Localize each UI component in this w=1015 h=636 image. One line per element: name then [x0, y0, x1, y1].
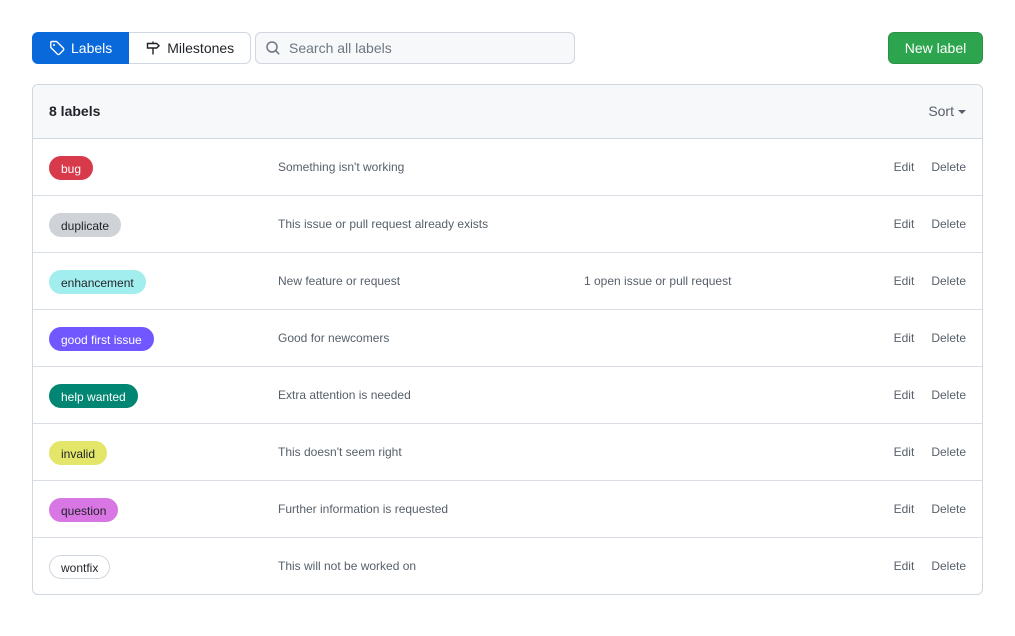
tag-icon	[49, 40, 65, 56]
delete-button[interactable]: Delete	[931, 445, 966, 459]
label-pill[interactable]: duplicate	[49, 213, 122, 237]
label-actions: Edit Delete	[894, 445, 966, 459]
label-description: Further information is requested	[278, 502, 449, 516]
edit-button[interactable]: Edit	[894, 502, 915, 516]
delete-button[interactable]: Delete	[931, 160, 966, 174]
labels-count: 8 labels	[49, 103, 101, 119]
label-row: question Further information is requeste…	[33, 481, 982, 538]
labels-list: 8 labels Sort bug Something isn't workin…	[32, 84, 983, 595]
tab-labels-text: Labels	[71, 40, 113, 56]
search-input[interactable]	[289, 40, 559, 56]
sort-dropdown[interactable]: Sort	[928, 103, 966, 119]
delete-button[interactable]: Delete	[931, 559, 966, 573]
label-description: This will not be worked on	[278, 559, 417, 573]
label-pill[interactable]: invalid	[49, 441, 108, 465]
subnav: Labels Milestones	[32, 32, 252, 64]
label-row: help wanted Extra attention is needed Ed…	[33, 367, 982, 424]
label-actions: Edit Delete	[894, 160, 966, 174]
label-pill[interactable]: enhancement	[49, 270, 146, 294]
label-pill[interactable]: wontfix	[49, 555, 111, 579]
label-actions: Edit Delete	[894, 388, 966, 402]
label-actions: Edit Delete	[894, 331, 966, 345]
label-actions: Edit Delete	[894, 274, 966, 288]
edit-button[interactable]: Edit	[894, 559, 915, 573]
edit-button[interactable]: Edit	[894, 331, 915, 345]
delete-button[interactable]: Delete	[931, 217, 966, 231]
milestone-icon	[145, 40, 161, 56]
delete-button[interactable]: Delete	[931, 502, 966, 516]
label-pill[interactable]: bug	[49, 156, 94, 180]
label-description: This issue or pull request already exist…	[278, 217, 489, 231]
delete-button[interactable]: Delete	[931, 331, 966, 345]
edit-button[interactable]: Edit	[894, 445, 915, 459]
edit-button[interactable]: Edit	[894, 160, 915, 174]
label-row: invalid This doesn't seem right Edit Del…	[33, 424, 982, 481]
label-description: Something isn't working	[278, 160, 405, 174]
delete-button[interactable]: Delete	[931, 388, 966, 402]
tab-milestones[interactable]: Milestones	[129, 32, 252, 64]
label-row: enhancement New feature or request 1 ope…	[33, 253, 982, 310]
labels-toolbar: Labels Milestones New label	[32, 32, 983, 64]
edit-button[interactable]: Edit	[894, 388, 915, 402]
tab-milestones-text: Milestones	[167, 40, 235, 56]
label-description: Good for newcomers	[278, 331, 390, 345]
label-row: wontfix This will not be worked on Edit …	[33, 538, 982, 594]
edit-button[interactable]: Edit	[894, 274, 915, 288]
caret-down-icon	[958, 109, 966, 114]
sort-label: Sort	[928, 103, 954, 119]
label-row: good first issue Good for newcomers Edit…	[33, 310, 982, 367]
label-row: bug Something isn't working Edit Delete	[33, 139, 982, 196]
tab-labels[interactable]: Labels	[32, 32, 130, 64]
new-label-button[interactable]: New label	[888, 32, 983, 64]
label-actions: Edit Delete	[894, 217, 966, 231]
labels-list-header: 8 labels Sort	[33, 85, 982, 139]
label-description: Extra attention is needed	[278, 388, 411, 402]
label-issue-count[interactable]: 1 open issue or pull request	[584, 274, 731, 288]
label-pill[interactable]: good first issue	[49, 327, 154, 351]
label-description: New feature or request	[278, 274, 401, 288]
delete-button[interactable]: Delete	[931, 274, 966, 288]
label-pill[interactable]: help wanted	[49, 384, 138, 408]
search-box	[255, 32, 575, 64]
label-actions: Edit Delete	[894, 559, 966, 573]
search-icon	[265, 40, 281, 56]
label-actions: Edit Delete	[894, 502, 966, 516]
label-description: This doesn't seem right	[278, 445, 402, 459]
label-pill[interactable]: question	[49, 498, 119, 522]
edit-button[interactable]: Edit	[894, 217, 915, 231]
label-row: duplicate This issue or pull request alr…	[33, 196, 982, 253]
